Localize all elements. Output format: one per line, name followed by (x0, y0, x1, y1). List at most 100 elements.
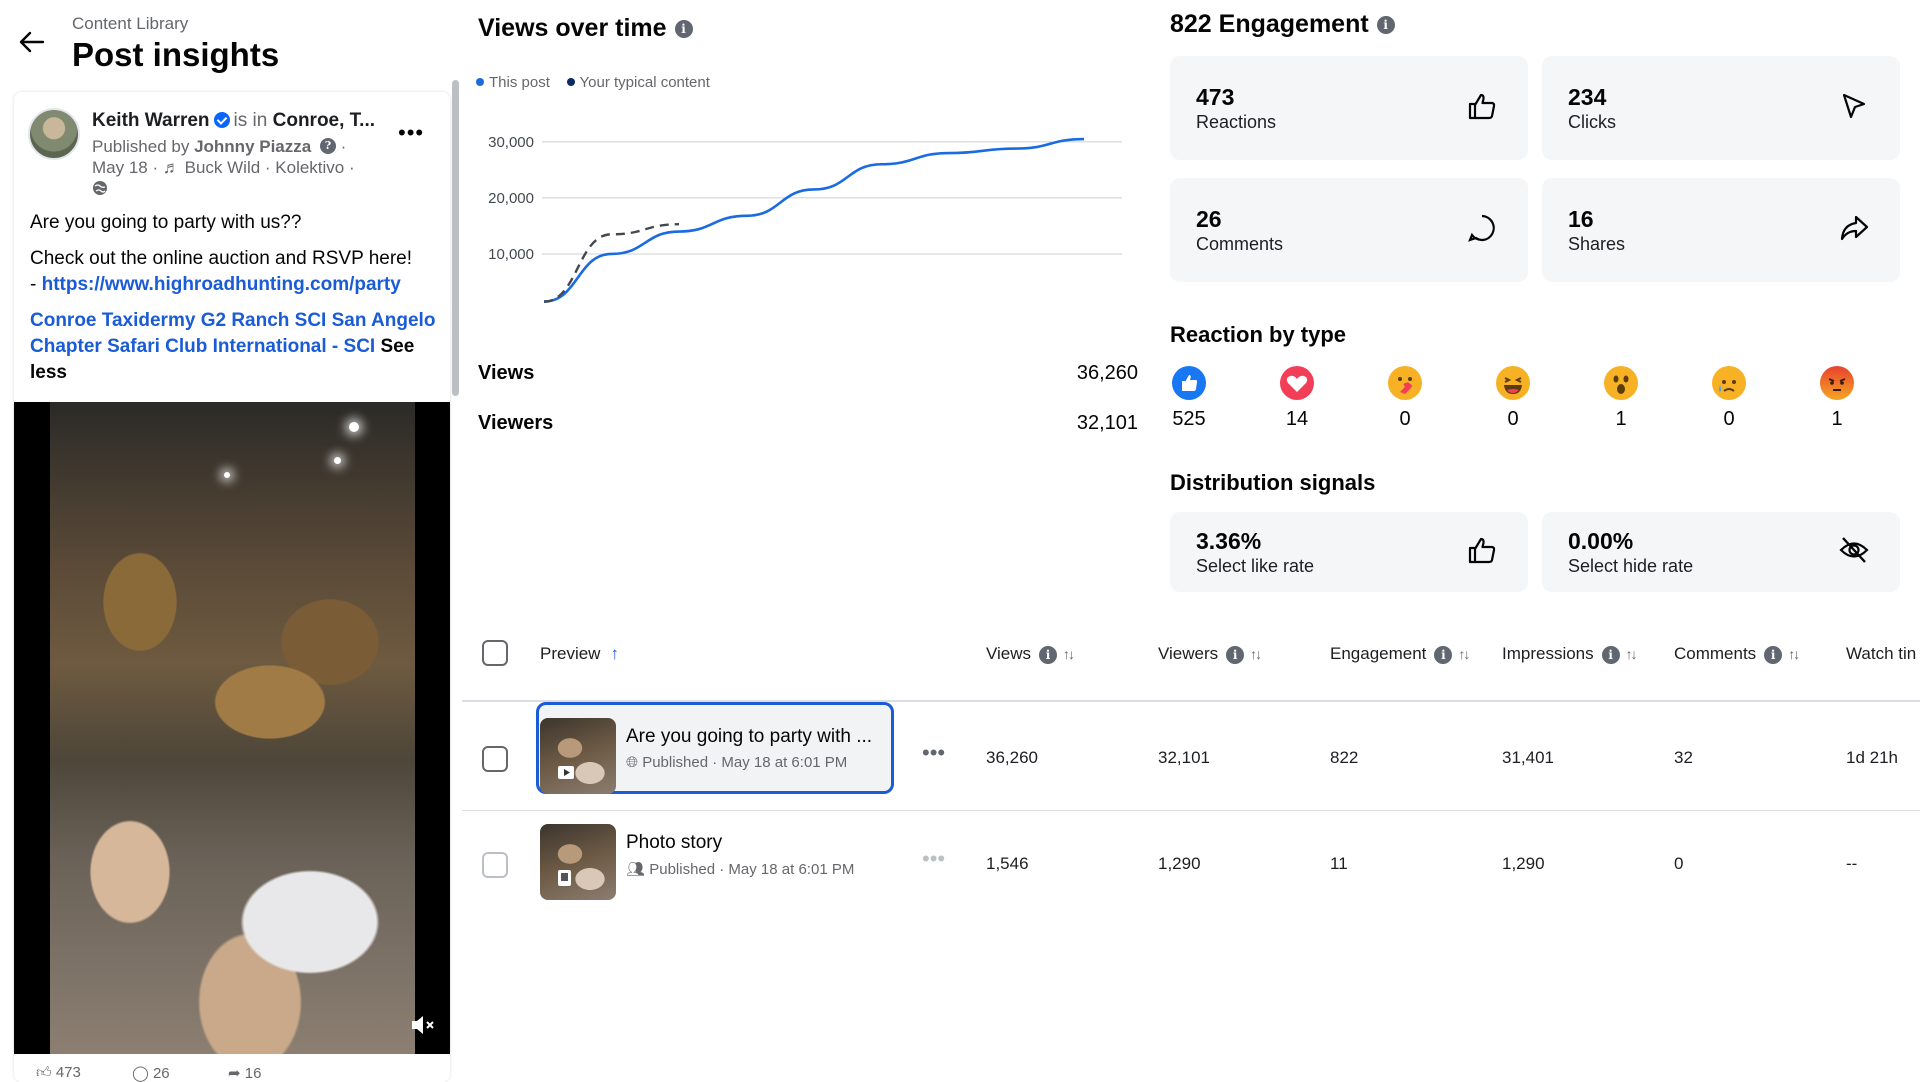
publisher-name[interactable]: Johnny Piazza (194, 137, 311, 156)
post-url-link[interactable]: https://www.highroadhunting.com/party (42, 274, 401, 295)
signal-hide-rate[interactable]: 0.00% Select hide rate (1542, 512, 1900, 592)
row-checkbox[interactable] (482, 746, 508, 772)
scrollbar-thumb[interactable] (452, 80, 459, 396)
col-watch-time[interactable]: Watch tin (1846, 644, 1916, 664)
post-author-line: Keith Warren is in Conroe, T... (92, 110, 392, 132)
table-row[interactable]: Photo story 👥︎ Published · May 18 at 6:0… (462, 810, 1920, 914)
like-emoji-icon (1172, 366, 1206, 400)
row-checkbox[interactable] (482, 852, 508, 878)
more-options-icon[interactable]: ••• (398, 120, 424, 146)
reaction-count: 1 (1831, 408, 1843, 430)
footer-comment-count: 26 (152, 1065, 170, 1082)
location-name[interactable]: Conroe, T... (273, 110, 375, 131)
y-tick-label: 10,000 (488, 246, 534, 263)
people-icon: 👥︎ (626, 861, 646, 878)
y-tick-label: 30,000 (488, 134, 534, 151)
stat-value: 234 (1568, 84, 1607, 110)
sort-arrow-up-icon[interactable]: ↑ (610, 644, 619, 663)
sort-icon[interactable]: ↑↓ (1250, 646, 1262, 662)
sort-icon[interactable]: ↑↓ (1063, 646, 1075, 662)
photo-thumbnail[interactable] (540, 824, 616, 900)
stat-value: 16 (1568, 206, 1594, 232)
stat-label: Reactions (1196, 112, 1277, 132)
engagement-panel: 822 Engagement i 473 Reactions 234 Clicks… (1154, 0, 1920, 620)
table-row[interactable]: Are you going to party with ... 🌐︎ Publi… (462, 702, 1920, 808)
cell-views: 1,546 (986, 854, 1029, 873)
signal-label: Select like rate (1196, 556, 1315, 576)
reaction-like: 525 (1159, 366, 1219, 431)
music-track[interactable]: Buck Wild · Kolektivo · (185, 158, 355, 177)
tagged-pages-link[interactable]: Conroe Taxidermy G2 Ranch SCI San Angelo… (30, 310, 435, 357)
footer-comment[interactable]: ◯ 26 (132, 1064, 170, 1082)
reaction-count: 525 (1172, 408, 1206, 430)
footer-share[interactable]: ➦ 16 (228, 1064, 261, 1082)
row-more-options-icon[interactable]: ••• (922, 846, 945, 872)
row-title[interactable]: Photo story (626, 832, 890, 854)
signal-value: 0.00% (1568, 528, 1634, 554)
cell-comments: 32 (1674, 748, 1693, 767)
post-text: Are you going to party with us?? Check o… (30, 210, 440, 396)
distribution-signals-title: Distribution signals (1170, 470, 1376, 495)
info-icon[interactable]: i (1764, 646, 1783, 664)
sort-icon[interactable]: ↑↓ (1626, 646, 1638, 662)
select-all-checkbox[interactable] (482, 640, 508, 666)
col-views[interactable]: Views i ↑↓ (986, 644, 1075, 664)
wow-emoji-icon (1604, 366, 1638, 400)
series-line-this-post (543, 137, 1085, 303)
col-impressions-label: Impressions (1502, 644, 1594, 663)
info-icon[interactable]: i (1039, 646, 1058, 664)
author-name[interactable]: Keith Warren (92, 110, 210, 131)
info-icon[interactable]: i (1601, 646, 1620, 664)
signal-value: 3.36% (1196, 528, 1262, 554)
row-status: 🌐︎ Published · May 18 at 6:01 PM (626, 754, 847, 771)
post-line-1: Are you going to party with us?? (30, 212, 302, 233)
post-footer-bar: 👍︎ 473 ◯ 26 ➦ 16 (14, 1058, 450, 1082)
col-comments[interactable]: Comments i ↑↓ (1674, 644, 1800, 664)
col-engagement[interactable]: Engagement i ↑↓ (1330, 644, 1470, 664)
sort-icon[interactable]: ↑↓ (1788, 646, 1800, 662)
signal-like-rate[interactable]: 3.36% Select like rate (1170, 512, 1528, 592)
info-icon[interactable]: i (674, 20, 693, 38)
reaction-count: 0 (1723, 408, 1735, 430)
chart-legend: This post Your typical content (476, 74, 710, 91)
info-icon[interactable]: i (1226, 646, 1245, 664)
stat-comments[interactable]: 26 Comments (1170, 178, 1528, 282)
video-player[interactable] (14, 402, 450, 1054)
reaction-care: 0 (1375, 366, 1435, 431)
row-title[interactable]: Are you going to party with ... (626, 726, 890, 748)
comment-icon (1468, 214, 1495, 242)
post-line-2-dash: - (30, 274, 42, 295)
stat-reactions[interactable]: 473 Reactions (1170, 56, 1528, 160)
reaction-count: 0 (1399, 408, 1411, 430)
breadcrumb[interactable]: Content Library (72, 14, 188, 34)
back-arrow-icon[interactable] (14, 24, 50, 60)
stat-label: Comments (1196, 234, 1284, 254)
stat-value: 473 (1196, 84, 1235, 110)
post-date[interactable]: May 18 · (92, 158, 158, 177)
mute-icon[interactable] (409, 1012, 435, 1038)
footer-like[interactable]: 👍︎ 473 (36, 1064, 81, 1082)
footer-like-count: 473 (55, 1064, 81, 1081)
info-icon[interactable]: ? (319, 138, 336, 154)
post-line-2: Check out the online auction and RSVP he… (30, 246, 440, 298)
stat-clicks[interactable]: 234 Clicks (1542, 56, 1900, 160)
video-thumbnail[interactable] (540, 718, 616, 794)
row-more-options-icon[interactable]: ••• (922, 740, 945, 766)
info-icon[interactable]: i (1434, 646, 1453, 664)
col-engagement-label: Engagement (1330, 644, 1427, 663)
col-preview[interactable]: Preview ↑ (540, 644, 619, 664)
info-icon[interactable]: i (1376, 16, 1395, 34)
globe-icon (93, 181, 107, 195)
stat-shares[interactable]: 16 Shares (1542, 178, 1900, 282)
cell-watch-time: -- (1846, 854, 1858, 873)
location-prefix: is in (233, 110, 268, 131)
sort-icon[interactable]: ↑↓ (1458, 646, 1470, 662)
stat-value: 26 (1196, 206, 1222, 232)
reaction-count: 1 (1615, 408, 1627, 430)
share-icon (1840, 215, 1869, 241)
views-title-text: Views over time (478, 14, 667, 42)
col-viewers[interactable]: Viewers i ↑↓ (1158, 644, 1262, 664)
views-line-chart: 10,00020,00030,000May 19May 21May 24May … (488, 134, 1122, 303)
col-impressions[interactable]: Impressions i ↑↓ (1502, 644, 1638, 664)
avatar[interactable] (28, 108, 80, 160)
